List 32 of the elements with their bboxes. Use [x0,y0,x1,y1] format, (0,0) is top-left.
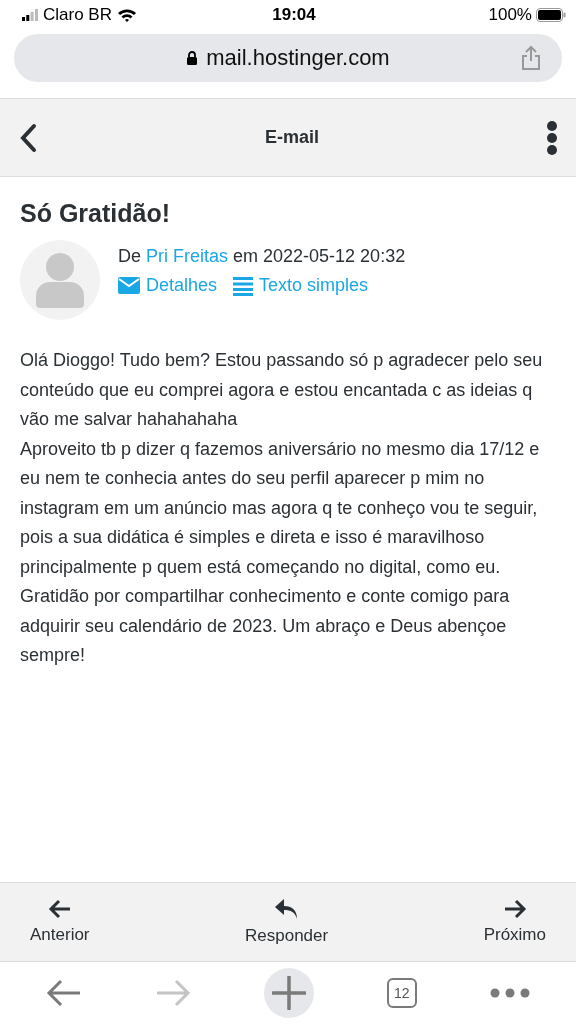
lines-icon [233,275,254,296]
signal-icon [22,9,38,21]
next-button[interactable]: Próximo [471,883,558,961]
more-icon[interactable] [489,988,530,998]
header-title: E-mail [264,127,320,148]
email-subject: Só Gratidão! [20,199,171,228]
message-paragraph: Aproveito tb p dizer q fazemos aniversário no mesmo dia 17/12 e eu nem te conhecia antes do seu perfil aparecer p mim no instagram em um anúncio mas agora q te conheço vou te seguir, pois a sua didática é simples e direta e isso é maravilhoso principalmente p quem está começando no digital, como eu. [20,437,541,579]
clock-time: 19:04 [271,5,317,25]
reply-button[interactable]: Responder [233,883,341,961]
back-arrow-icon[interactable] [46,978,83,1008]
plus-icon [272,976,306,1010]
avatar-icon [20,240,100,320]
message-paragraph: Olá Dioggo! Tudo bem? Estou passando só p agradecer pelo seu conteúdo que eu comprei agora e estou encantada c as ideias q vão me salvar hahahahaha [20,349,544,431]
envelope-icon [118,277,140,294]
left-arrow-icon [47,899,72,919]
lock-icon [186,51,199,65]
address-bar[interactable]: mail.hostinger.com [14,34,562,82]
carrier-name: Claro BR [43,5,112,25]
battery-percent: 100% [488,5,532,25]
right-arrow-icon [502,899,527,919]
previous-button[interactable]: Anterior [18,883,102,961]
sender-line: De Pri Freitas em 2022-05-12 20:32 [118,246,406,267]
more-options-icon[interactable] [546,120,558,155]
back-icon[interactable] [18,122,38,153]
battery-icon [536,8,566,22]
tab-count-button[interactable]: 12 [386,978,417,1008]
new-tab-button[interactable] [264,968,314,1018]
wifi-icon [116,8,137,22]
message-paragraph: Gratidão por compartilhar conhecimento e conte comigo para adquirir seu calendário de 2023. Um abraço e Deus abençoe sempre! [20,585,511,667]
share-icon[interactable] [520,45,542,71]
url-text: mail.hostinger.com [206,45,390,71]
reply-icon [273,898,300,920]
